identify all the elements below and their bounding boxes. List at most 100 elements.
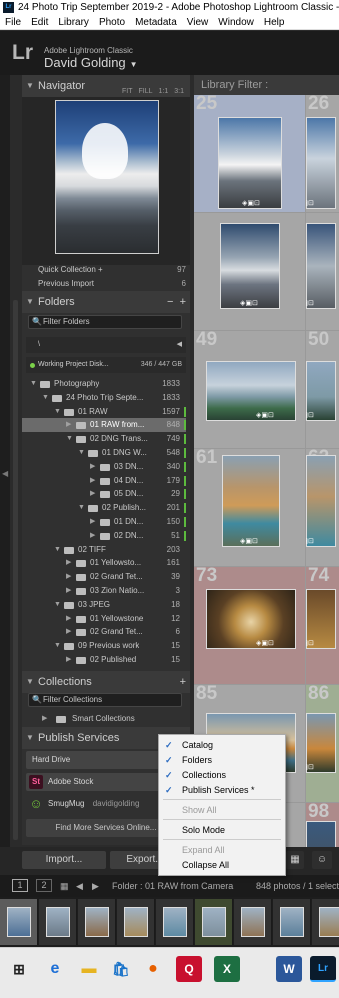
expanded-triangle-icon[interactable]: ▼ bbox=[54, 543, 61, 557]
thumbnail-badges-icon[interactable]: ◈▣⊡ bbox=[306, 199, 314, 207]
minus-icon[interactable]: − bbox=[167, 296, 173, 308]
photo-thumbnail[interactable] bbox=[306, 223, 336, 309]
photo-thumbnail[interactable] bbox=[306, 455, 336, 547]
folder-row[interactable]: ▶ 03 Zion Natio... 3 bbox=[22, 584, 186, 598]
filmstrip-cell[interactable] bbox=[78, 899, 116, 945]
menu-library[interactable]: Library bbox=[53, 15, 94, 30]
menu-item-folders[interactable]: ✓ Folders bbox=[159, 753, 285, 768]
expanded-triangle-icon[interactable]: ▼ bbox=[54, 405, 61, 419]
thumbnail-badges-icon[interactable]: ◈▣⊡ bbox=[306, 299, 314, 307]
collapsed-triangle-icon[interactable]: ▶ bbox=[66, 653, 71, 667]
grid-cell[interactable]: 26 ◈▣⊡ bbox=[306, 95, 339, 213]
thumbnail-badges-icon[interactable]: ◈▣⊡ bbox=[256, 411, 274, 419]
grid-cell[interactable]: 74 ◈▣⊡ bbox=[306, 567, 339, 685]
filmstrip-thumbnail[interactable] bbox=[124, 907, 148, 937]
grid-cell[interactable]: 61 ◈▣⊡ bbox=[194, 449, 306, 567]
menu-metadata[interactable]: Metadata bbox=[130, 15, 182, 30]
collapsed-triangle-icon[interactable]: ▶ bbox=[90, 515, 95, 529]
menu-file[interactable]: File bbox=[0, 15, 26, 30]
filmstrip-thumbnail[interactable] bbox=[202, 907, 226, 937]
page-1-button[interactable]: 1 bbox=[12, 879, 28, 892]
grid-cell[interactable]: 25 ◈▣⊡ bbox=[194, 95, 306, 213]
menu-window[interactable]: Window bbox=[213, 15, 259, 30]
grid-cell[interactable]: 49 ◈▣⊡ bbox=[194, 331, 306, 449]
folder-row[interactable]: ▼ 02 DNG Trans... 749 bbox=[22, 432, 186, 446]
menu-view[interactable]: View bbox=[182, 15, 214, 30]
photo-thumbnail[interactable] bbox=[218, 117, 282, 209]
collapsed-triangle-icon[interactable]: ▶ bbox=[90, 474, 95, 488]
menu-item-solo-mode[interactable]: Solo Mode bbox=[159, 823, 285, 838]
filmstrip-thumbnail[interactable] bbox=[319, 907, 339, 937]
menu-photo[interactable]: Photo bbox=[94, 15, 130, 30]
photo-thumbnail[interactable] bbox=[206, 361, 296, 421]
thumbnail-badges-icon[interactable]: ◈▣⊡ bbox=[306, 537, 314, 545]
grid-small-icon[interactable]: ▦ bbox=[60, 875, 69, 897]
navigator-header[interactable]: ▼ Navigator FIT FILL 1:1 3:1 bbox=[22, 75, 190, 97]
left-panel-scrollbar[interactable] bbox=[13, 300, 18, 840]
quicken-icon[interactable]: Q bbox=[176, 956, 202, 982]
library-filter-bar[interactable]: Library Filter : bbox=[194, 75, 339, 95]
back-arrow-icon[interactable]: ◀ bbox=[76, 875, 83, 897]
collapsed-triangle-icon[interactable]: ▶ bbox=[90, 487, 95, 501]
grid-cell[interactable]: 62◈▣⊡ bbox=[306, 449, 339, 567]
thumbnail-badges-icon[interactable]: ◈▣⊡ bbox=[240, 299, 258, 307]
expanded-triangle-icon[interactable]: ▼ bbox=[78, 501, 85, 515]
folder-row[interactable]: ▼ 03 JPEG 18 bbox=[22, 598, 186, 612]
zoom-3-1[interactable]: 3:1 bbox=[174, 88, 184, 95]
triangle-left-icon[interactable]: ◀ bbox=[177, 337, 182, 353]
catalog-quick-collection[interactable]: Quick Collection + 97 bbox=[38, 265, 186, 274]
filmstrip-cell[interactable] bbox=[0, 899, 38, 945]
zoom-fit[interactable]: FIT bbox=[122, 88, 133, 95]
collapsed-triangle-icon[interactable]: ▶ bbox=[66, 612, 71, 626]
collapsed-triangle-icon[interactable]: ▶ bbox=[90, 460, 95, 474]
photo-thumbnail[interactable] bbox=[222, 455, 280, 547]
plus-icon[interactable]: + bbox=[180, 671, 186, 693]
filmstrip-thumbnail[interactable] bbox=[46, 907, 70, 937]
folder-row[interactable]: ▼ 01 RAW 1597 bbox=[22, 405, 186, 419]
filter-folders-field[interactable]: 🔍 Filter Folders bbox=[28, 315, 182, 329]
collapsed-triangle-icon[interactable]: ▶ bbox=[66, 418, 71, 432]
grid-cell[interactable]: 98◈▣⊡ bbox=[306, 803, 339, 847]
collapsed-triangle-icon[interactable]: ▶ bbox=[66, 584, 71, 598]
filmstrip-cell[interactable] bbox=[273, 899, 311, 945]
folder-row[interactable]: ▶ 01 RAW from... 848 bbox=[22, 418, 186, 433]
filmstrip-cell[interactable] bbox=[117, 899, 155, 945]
photo-thumbnail[interactable] bbox=[220, 223, 280, 309]
left-panel-edge[interactable]: ◀ bbox=[0, 75, 10, 847]
folder-row[interactable]: ▼ 02 TIFF 203 bbox=[22, 543, 186, 557]
thumbnail-badges-icon[interactable]: ◈▣⊡ bbox=[240, 537, 258, 545]
menu-item-collapse-all[interactable]: Collapse All bbox=[159, 858, 285, 873]
file-explorer-icon[interactable]: ▬ bbox=[76, 956, 102, 982]
photo-thumbnail[interactable] bbox=[206, 589, 296, 649]
store-icon[interactable]: 🛍 bbox=[108, 956, 134, 982]
folder-row[interactable]: ▶ 02 Grand Tet... 39 bbox=[22, 570, 186, 584]
menu-item-catalog[interactable]: ✓ Catalog bbox=[159, 738, 285, 753]
menu-item-publish-services[interactable]: ✓ Publish Services * bbox=[159, 783, 285, 798]
word-icon[interactable]: W bbox=[276, 956, 302, 982]
plus-icon[interactable]: + bbox=[180, 296, 186, 308]
root-path-row[interactable]: \ ◀ bbox=[26, 337, 186, 353]
filmstrip-cell[interactable] bbox=[195, 899, 233, 945]
expanded-triangle-icon[interactable]: ▼ bbox=[66, 432, 73, 446]
expanded-triangle-icon[interactable]: ▼ bbox=[30, 377, 37, 391]
grid-cell[interactable]: ◈▣⊡ bbox=[194, 213, 306, 331]
forward-arrow-icon[interactable]: ▶ bbox=[92, 875, 99, 897]
volume-row[interactable]: Working Project Disk... 346 / 447 GB bbox=[26, 357, 186, 373]
thumbnail-badges-icon[interactable]: ◈▣⊡ bbox=[306, 411, 314, 419]
filmstrip-thumbnail[interactable] bbox=[241, 907, 265, 937]
collapsed-triangle-icon[interactable]: ▶ bbox=[66, 556, 71, 570]
folder-row[interactable]: ▶ 01 DN... 150 bbox=[22, 515, 186, 529]
folder-row[interactable]: ▼ Photography 1833 bbox=[22, 377, 186, 391]
expanded-triangle-icon[interactable]: ▼ bbox=[54, 598, 61, 612]
catalog-previous-import[interactable]: Previous Import 6 bbox=[38, 279, 186, 288]
folder-row[interactable]: ▼ 01 DNG W... 548 bbox=[22, 446, 186, 460]
folders-header[interactable]: ▼ Folders − + bbox=[22, 291, 190, 313]
photo-thumbnail[interactable] bbox=[306, 117, 336, 209]
folder-row[interactable]: ▶ 04 DN... 179 bbox=[22, 474, 186, 488]
grid-cell[interactable]: 86 ◈▣⊡ bbox=[306, 685, 339, 803]
folder-row[interactable]: ▶ 01 Yellowsto... 161 bbox=[22, 556, 186, 570]
folder-row[interactable]: ▶ 02 DN... 51 bbox=[22, 529, 186, 543]
folder-row[interactable]: ▶ 05 DN... 29 bbox=[22, 487, 186, 501]
grid-view-icon[interactable]: ▦ bbox=[286, 851, 304, 869]
menu-edit[interactable]: Edit bbox=[26, 15, 53, 30]
